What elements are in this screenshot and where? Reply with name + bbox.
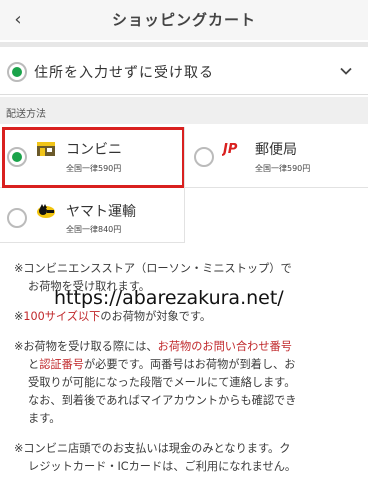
note-line: 受取りが可能になった段階でメールにて連絡します。 bbox=[28, 376, 296, 389]
note-size-limit: ※100サイズ以下のお荷物が対象です。 bbox=[14, 308, 362, 326]
shipping-option-post-office[interactable]: 郵便局 全国一律590円 bbox=[185, 125, 368, 188]
note-tracking-line2: と認証番号が必要です。両番号はお荷物が到着し、お bbox=[28, 356, 368, 374]
note-tracking: ※お荷物を受け取る際には、お荷物のお問い合わせ番号 bbox=[14, 338, 362, 356]
selected-option-highlight bbox=[2, 127, 185, 188]
option-divider bbox=[184, 127, 185, 243]
note-text: と bbox=[28, 358, 40, 371]
note-line: なお、到着後であればマイアカウントからも確認でき bbox=[28, 394, 297, 407]
receive-without-address-option[interactable]: 住所を入力せずに受け取る bbox=[0, 48, 368, 95]
yamato-radio[interactable] bbox=[7, 208, 27, 228]
tracking-number-text: お荷物のお問い合わせ番号 bbox=[157, 340, 292, 353]
yamato-cat-icon bbox=[37, 204, 55, 218]
shipping-notes: ※コンビニエンスストア（ローソン・ミニストップ）で お荷物を受け取れます。 ※1… bbox=[0, 244, 368, 485]
chevron-down-icon[interactable] bbox=[340, 65, 352, 77]
svg-text:JP: JP bbox=[222, 142, 238, 156]
note-line: ます。 bbox=[28, 412, 61, 425]
receive-radio[interactable] bbox=[7, 62, 27, 82]
note-text: が必要です。両番号はお荷物が到着し、お bbox=[83, 358, 296, 371]
option-name: 郵便局 bbox=[255, 142, 297, 158]
option-price: 全国一律590円 bbox=[255, 164, 311, 173]
receive-label: 住所を入力せずに受け取る bbox=[34, 65, 214, 81]
size-limit-text: 100サイズ以下 bbox=[23, 310, 101, 323]
japan-post-icon: JP bbox=[222, 142, 238, 156]
note-suffix: のお荷物が対象です。 bbox=[100, 310, 212, 323]
note-line: ※コンビニエンスストア（ローソン・ミニストップ）で bbox=[14, 262, 292, 275]
app-header: ‹ ショッピングカート bbox=[0, 0, 368, 40]
page-title: ショッピングカート bbox=[111, 11, 256, 29]
auth-number-text: 認証番号 bbox=[39, 358, 84, 371]
section-title: 配送方法 bbox=[6, 109, 46, 120]
note-prefix: ※ bbox=[14, 310, 24, 323]
option-name: ヤマト運輸 bbox=[66, 204, 136, 220]
option-price: 全国一律840円 bbox=[66, 225, 122, 234]
note-text: ※お荷物を受け取る際には、 bbox=[14, 340, 158, 353]
watermark-url: https://abarezakura.net/ bbox=[54, 287, 284, 309]
shipping-option-yamato[interactable]: ヤマト運輸 全国一律840円 bbox=[0, 188, 184, 243]
note-line: ※コンビニ店頭でのお支払いは現金のみとなります。ク bbox=[14, 442, 291, 455]
note-line: レジットカード・ICカードは、ご利用になれません。 bbox=[28, 460, 297, 473]
post-office-radio[interactable] bbox=[194, 147, 214, 167]
shipping-method-section: 配送方法 bbox=[0, 97, 368, 124]
divider bbox=[0, 42, 368, 47]
